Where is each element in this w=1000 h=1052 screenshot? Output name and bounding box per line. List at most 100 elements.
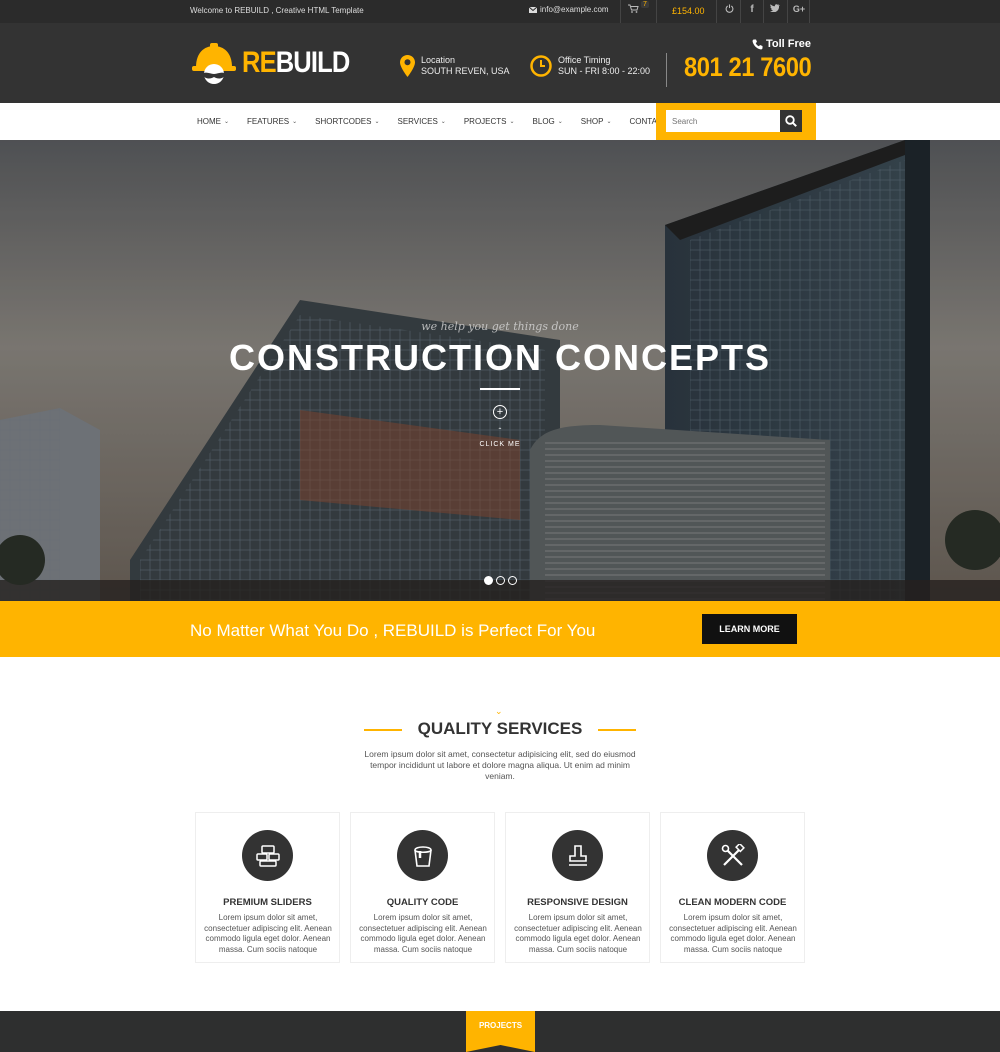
slider-dots bbox=[484, 576, 517, 585]
facebook-icon[interactable]: f bbox=[745, 4, 759, 15]
nav-label: FEATURES bbox=[247, 117, 290, 126]
hero-tagline: we help you get things done bbox=[421, 320, 579, 333]
title-rule-right bbox=[598, 729, 636, 731]
section-description: Lorem ipsum dolor sit amet, consectetur … bbox=[364, 749, 636, 781]
timing-label: Office Timing bbox=[558, 55, 611, 65]
stamp-icon bbox=[552, 830, 603, 881]
chevron-up-icon: ˆ bbox=[498, 427, 502, 436]
projects-tab-notch bbox=[466, 1043, 535, 1052]
logo-re: RE bbox=[242, 46, 277, 79]
search-input[interactable] bbox=[666, 110, 780, 132]
nav-item-shortcodes[interactable]: SHORTCODES ⌄ bbox=[315, 117, 379, 126]
site-logo[interactable]: REBUILD bbox=[190, 41, 368, 85]
main-nav: HOME ⌄ FEATURES ⌄ SHORTCODES ⌄ SERVICES ⌄ PR… bbox=[0, 103, 1000, 140]
divider bbox=[716, 0, 717, 23]
toll-free-label: Toll Free bbox=[752, 38, 811, 50]
service-card: RESPONSIVE DESIGN Lorem ipsum dolor sit … bbox=[505, 812, 650, 963]
search-icon bbox=[785, 115, 797, 127]
nav-menu: HOME ⌄ FEATURES ⌄ SHORTCODES ⌄ SERVICES ⌄ PR… bbox=[197, 103, 707, 140]
nav-label: SHOP bbox=[580, 117, 604, 126]
toll-free-text: Toll Free bbox=[766, 38, 812, 50]
hero-title: CONSTRUCTION CONCEPTS bbox=[228, 337, 771, 378]
chevron-down-icon: ⌄ bbox=[606, 119, 612, 125]
power-icon[interactable] bbox=[722, 4, 736, 16]
location-value: SOUTH REVEN, USA bbox=[421, 66, 510, 76]
divider bbox=[740, 0, 741, 23]
location-info: Location SOUTH REVEN, USA bbox=[400, 55, 510, 77]
nav-item-features[interactable]: FEATURES ⌄ bbox=[247, 117, 297, 126]
card-text: Lorem ipsum dolor sit amet, consectetuer… bbox=[359, 913, 487, 954]
chevron-down-icon: ⌄ bbox=[374, 119, 380, 125]
plus-circle-icon[interactable]: + bbox=[493, 405, 507, 419]
paint-bucket-icon bbox=[397, 830, 448, 881]
nav-label: SERVICES bbox=[397, 117, 438, 126]
service-card: PREMIUM SLIDERS Lorem ipsum dolor sit am… bbox=[195, 812, 340, 963]
hero-slider: we help you get things done CONSTRUCTION… bbox=[0, 140, 1000, 601]
sliders-icon bbox=[242, 830, 293, 881]
card-text: Lorem ipsum dolor sit amet, consectetuer… bbox=[514, 913, 642, 954]
envelope-icon bbox=[529, 6, 537, 13]
search-box bbox=[656, 103, 816, 140]
nav-item-services[interactable]: SERVICES ⌄ bbox=[397, 117, 445, 126]
projects-tab[interactable]: PROJECTS bbox=[466, 1011, 535, 1043]
clock-icon bbox=[530, 55, 552, 77]
logo-wordmark: REBUILD bbox=[242, 46, 351, 80]
service-card: CLEAN MODERN CODE Lorem ipsum dolor sit … bbox=[660, 812, 805, 963]
card-text: Lorem ipsum dolor sit amet, consectetuer… bbox=[669, 913, 797, 954]
header-divider bbox=[666, 53, 667, 87]
learn-more-button[interactable]: LEARN MORE bbox=[702, 614, 797, 644]
search-button[interactable] bbox=[780, 110, 802, 132]
chevron-down-icon: ⌄ bbox=[509, 119, 515, 125]
cart-total[interactable]: £154.00 bbox=[672, 6, 705, 16]
cta-banner: No Matter What You Do , REBUILD is Perfe… bbox=[0, 601, 1000, 657]
section-title: QUALITY SERVICES bbox=[417, 719, 583, 738]
hard-hat-logo-icon bbox=[192, 43, 236, 84]
hero-divider bbox=[480, 388, 520, 390]
cart-count-badge: 7 bbox=[641, 1, 649, 8]
card-title: CLEAN MODERN CODE bbox=[678, 897, 787, 908]
divider bbox=[656, 0, 657, 23]
map-pin-icon bbox=[400, 55, 415, 77]
nav-label: PROJECTS bbox=[463, 117, 507, 126]
card-title: QUALITY CODE bbox=[386, 897, 459, 908]
chevron-down-icon: ⌄ bbox=[440, 119, 446, 125]
divider bbox=[809, 0, 810, 23]
nav-item-projects[interactable]: PROJECTS ⌄ bbox=[464, 117, 515, 126]
divider bbox=[787, 0, 788, 23]
phone-icon bbox=[752, 39, 763, 49]
nav-item-shop[interactable]: SHOP ⌄ bbox=[581, 117, 612, 126]
service-card: QUALITY CODE Lorem ipsum dolor sit amet,… bbox=[350, 812, 495, 963]
card-title: PREMIUM SLIDERS bbox=[223, 897, 312, 908]
chevron-down-icon: ⌄ bbox=[495, 706, 503, 716]
divider bbox=[620, 0, 621, 23]
logo-build: BUILD bbox=[275, 46, 351, 79]
nav-item-blog[interactable]: BLOG ⌄ bbox=[533, 117, 563, 126]
email-link[interactable]: info@example.com bbox=[529, 5, 609, 14]
slider-dot-2[interactable] bbox=[496, 576, 505, 585]
timing-value: SUN - FRI 8:00 - 22:00 bbox=[558, 66, 651, 76]
slider-dot-1[interactable] bbox=[484, 576, 493, 585]
welcome-text: Welcome to REBUILD , Creative HTML Templ… bbox=[190, 6, 364, 15]
service-cards: PREMIUM SLIDERS Lorem ipsum dolor sit am… bbox=[195, 812, 805, 963]
card-text: Lorem ipsum dolor sit amet, consectetuer… bbox=[204, 913, 332, 954]
twitter-icon[interactable] bbox=[768, 4, 782, 15]
site-header: REBUILD Location SOUTH REVEN, USA Office… bbox=[0, 23, 1000, 103]
office-timing-info: Office Timing SUN - FRI 8:00 - 22:00 bbox=[530, 55, 650, 77]
card-title: RESPONSIVE DESIGN bbox=[527, 897, 628, 908]
phone-number[interactable]: 801 21 7600 bbox=[684, 52, 812, 83]
top-bar: Welcome to REBUILD , Creative HTML Templ… bbox=[0, 0, 1000, 23]
nav-label: SHORTCODES bbox=[315, 117, 372, 126]
chevron-down-icon: ⌄ bbox=[557, 119, 563, 125]
cart-icon[interactable] bbox=[628, 4, 639, 16]
click-me-link[interactable]: CLICK ME bbox=[0, 441, 1000, 448]
nav-label: BLOG bbox=[532, 117, 555, 126]
divider bbox=[763, 0, 764, 23]
google-plus-icon[interactable]: G+ bbox=[791, 4, 807, 14]
location-label: Location bbox=[421, 55, 456, 65]
slider-dot-3[interactable] bbox=[508, 576, 517, 585]
chevron-down-icon: ⌄ bbox=[224, 119, 230, 125]
nav-label: HOME bbox=[197, 117, 221, 126]
banner-text: No Matter What You Do , REBUILD is Perfe… bbox=[190, 621, 596, 640]
tools-icon bbox=[707, 830, 758, 881]
nav-item-home[interactable]: HOME ⌄ bbox=[197, 117, 229, 126]
